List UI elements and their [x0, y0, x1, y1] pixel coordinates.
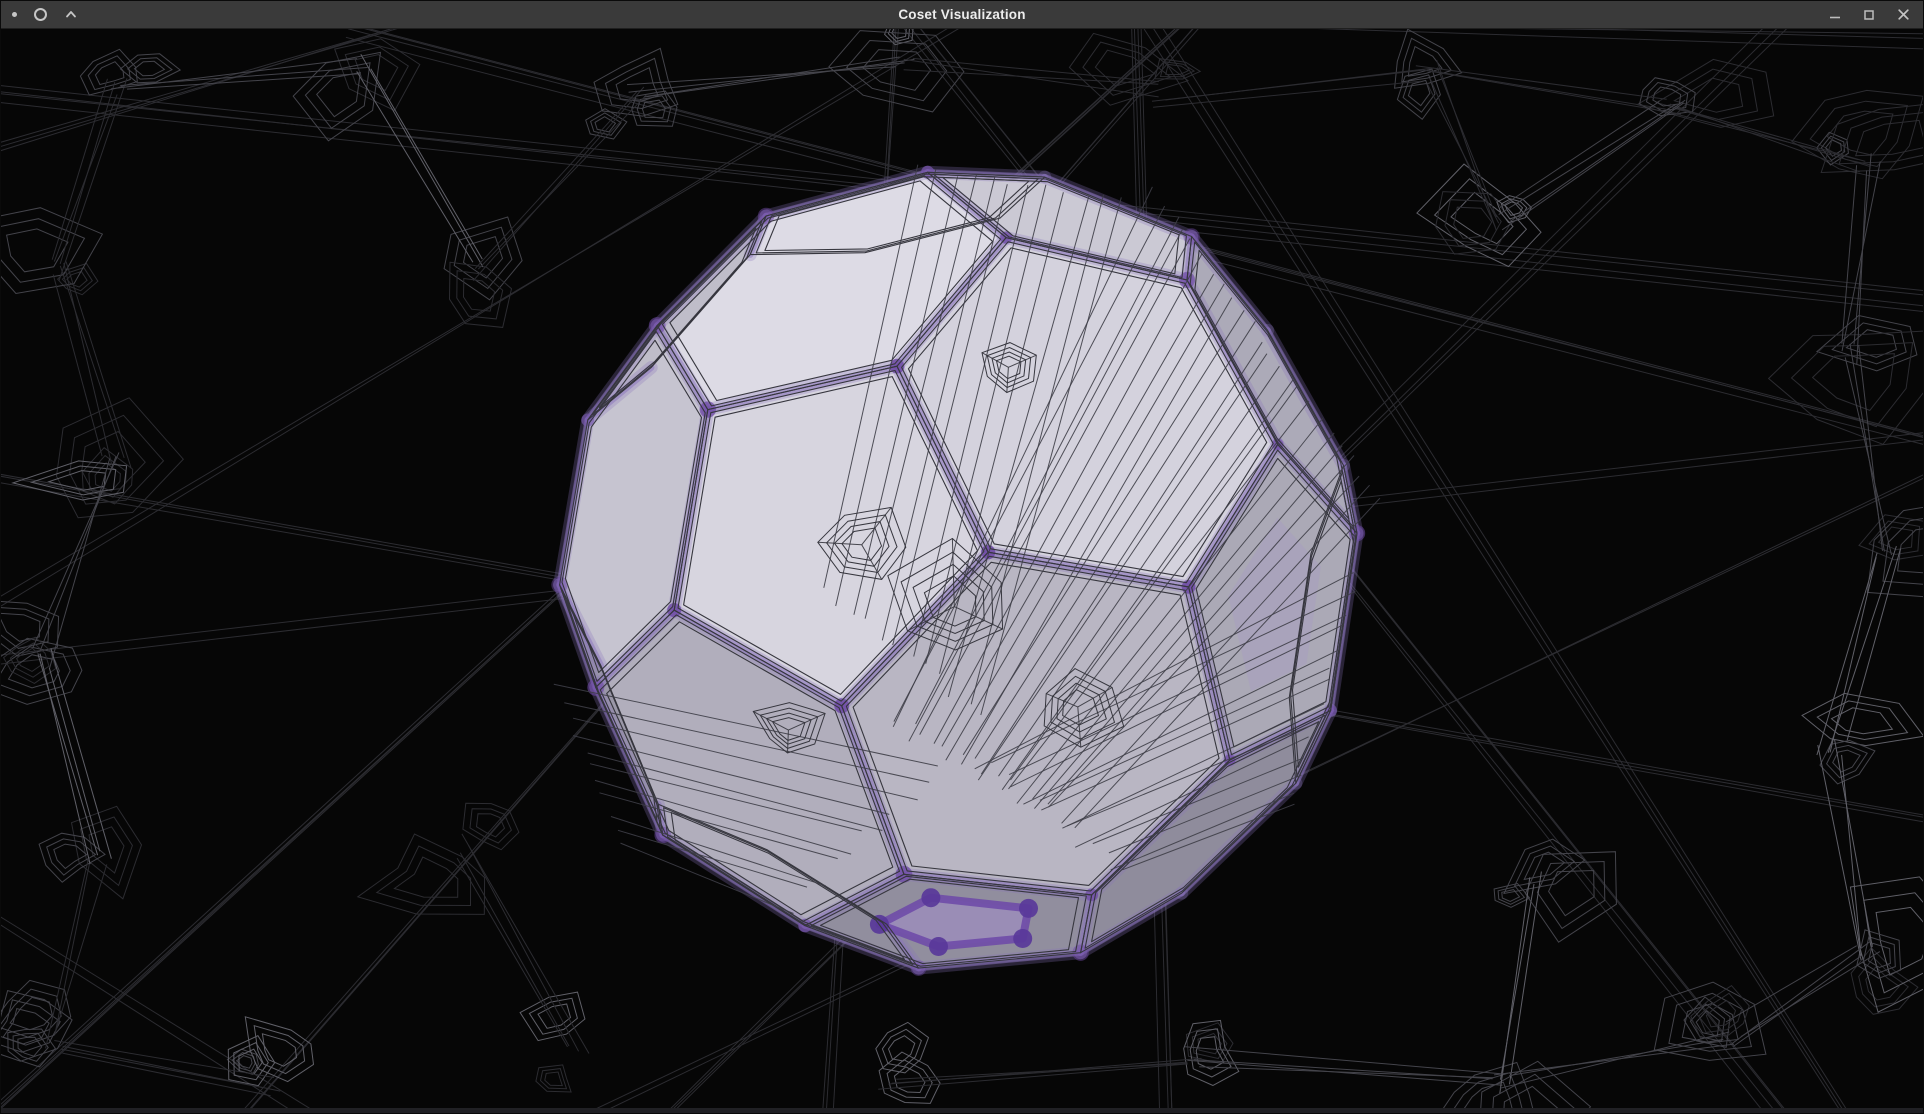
window-controls — [1828, 8, 1923, 22]
viewport-3d[interactable] — [1, 29, 1923, 1113]
maximize-button[interactable] — [1862, 8, 1876, 22]
menu-dot-icon[interactable] — [12, 12, 17, 17]
close-button[interactable] — [1896, 8, 1910, 22]
circle-icon[interactable] — [34, 8, 47, 21]
window-title: Coset Visualization — [1, 1, 1923, 28]
coset-render — [1, 29, 1923, 1113]
titlebar[interactable]: Coset Visualization — [1, 1, 1923, 29]
titlebar-left-controls — [1, 8, 78, 21]
minimize-button[interactable] — [1828, 8, 1842, 22]
window-bottom-edge — [1, 1108, 1923, 1113]
chevron-up-icon[interactable] — [64, 8, 78, 21]
app-window: Coset Visualization — [0, 0, 1924, 1114]
